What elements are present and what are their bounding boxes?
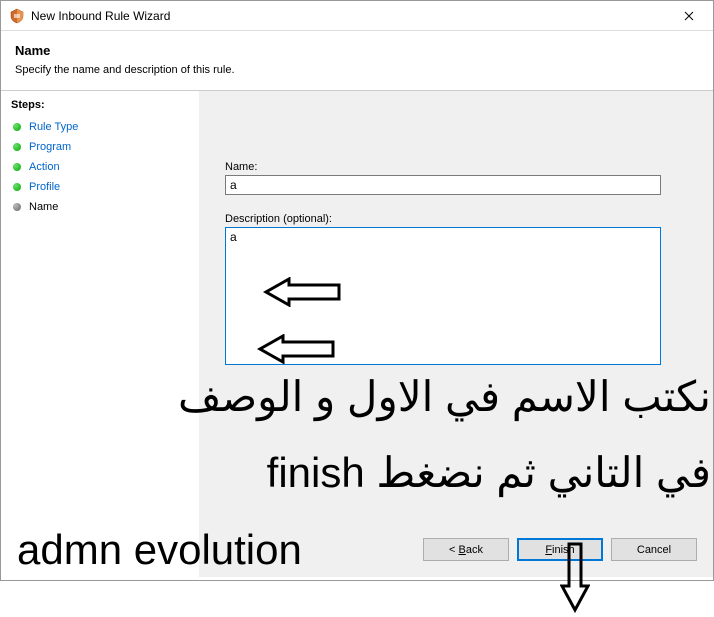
bullet-icon — [13, 183, 21, 191]
steps-heading: Steps: — [11, 99, 189, 111]
app-icon — [9, 8, 25, 24]
step-name[interactable]: Name — [11, 197, 189, 217]
bullet-icon — [13, 163, 21, 171]
step-profile[interactable]: Profile — [11, 177, 189, 197]
window-title: New Inbound Rule Wizard — [31, 9, 667, 23]
page-subtitle: Specify the name and description of this… — [15, 64, 699, 76]
step-label: Program — [29, 141, 71, 153]
steps-sidebar: Steps: Rule Type Program Action Profile … — [1, 91, 199, 577]
cancel-button[interactable]: Cancel — [611, 538, 697, 561]
wizard-body: Steps: Rule Type Program Action Profile … — [1, 91, 713, 577]
bullet-icon — [13, 143, 21, 151]
description-field-group: Description (optional): — [225, 213, 695, 368]
close-button[interactable] — [667, 1, 711, 31]
name-field-group: Name: — [225, 161, 695, 195]
step-action[interactable]: Action — [11, 157, 189, 177]
step-label: Profile — [29, 181, 60, 193]
step-label: Name — [29, 201, 58, 213]
finish-button[interactable]: Finish — [517, 538, 603, 561]
bullet-icon — [13, 123, 21, 131]
name-label: Name: — [225, 161, 695, 173]
step-rule-type[interactable]: Rule Type — [11, 117, 189, 137]
wizard-buttons: < Back Finish Cancel — [423, 538, 697, 561]
step-program[interactable]: Program — [11, 137, 189, 157]
wizard-main: Name: Description (optional): < Back Fin… — [199, 91, 713, 577]
description-label: Description (optional): — [225, 213, 695, 225]
bullet-icon — [13, 203, 21, 211]
wizard-header: Name Specify the name and description of… — [1, 31, 713, 91]
name-input[interactable] — [225, 175, 661, 195]
page-title: Name — [15, 43, 699, 58]
description-input[interactable] — [225, 227, 661, 365]
step-label: Rule Type — [29, 121, 78, 133]
step-label: Action — [29, 161, 60, 173]
back-button[interactable]: < Back — [423, 538, 509, 561]
titlebar: New Inbound Rule Wizard — [1, 1, 713, 31]
